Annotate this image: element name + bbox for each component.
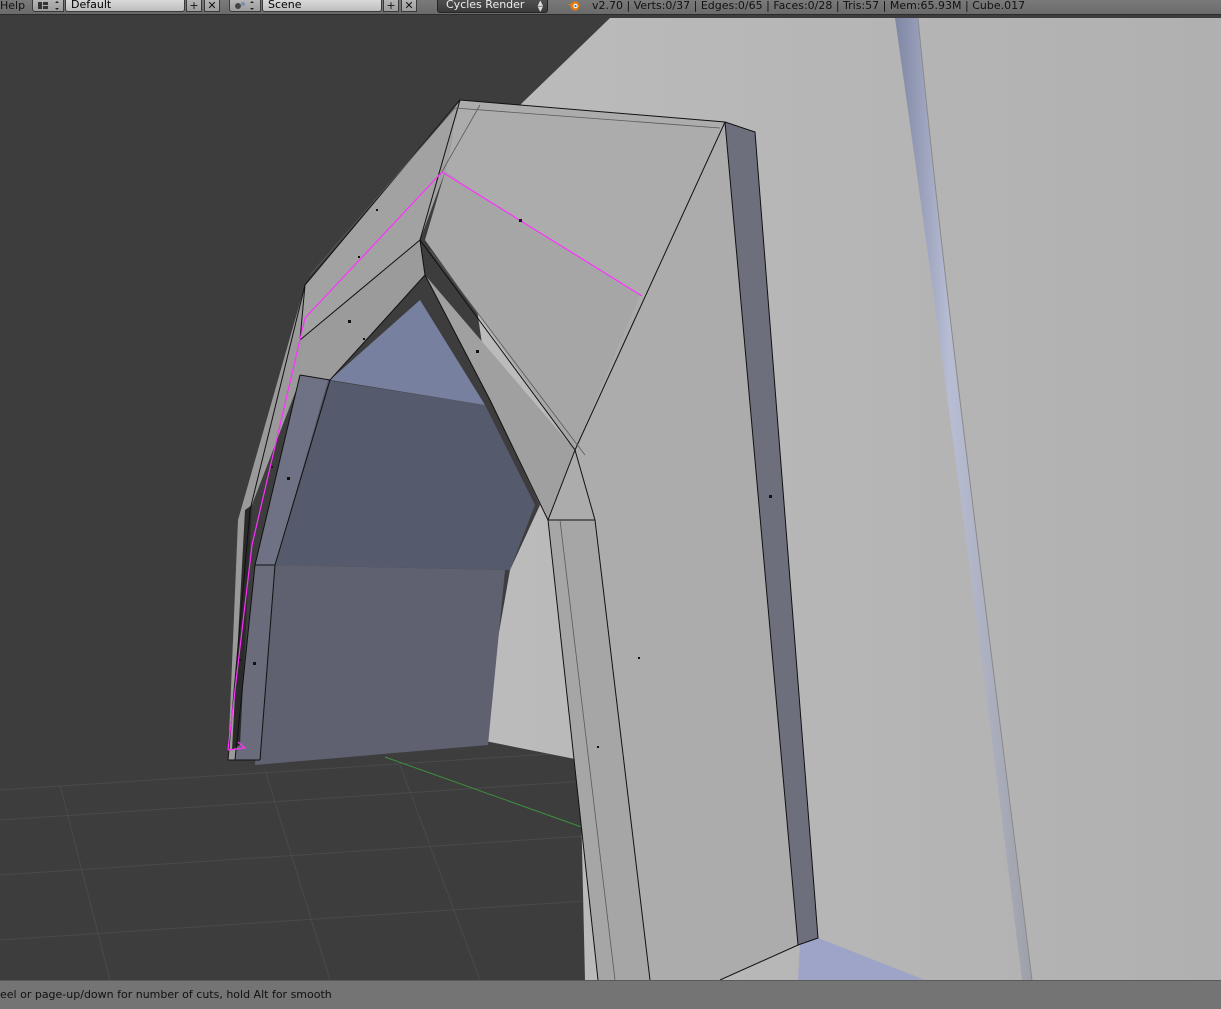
status-bar: eel or page-up/down for number of cuts, … [0,980,1221,1009]
remove-layout-button[interactable]: ✕ [204,0,220,12]
scene-selector[interactable] [229,0,261,12]
chevron-updown-icon: ▲ ▼ [537,0,543,13]
help-menu[interactable]: Help [0,0,25,13]
screen-layout-icon [38,1,59,10]
plus-icon: + [189,0,199,12]
render-engine-label: Cycles Render [446,0,525,11]
remove-scene-button[interactable]: ✕ [401,0,417,12]
scene-name: Scene [268,0,302,11]
screen-layout-selector[interactable] [32,0,64,12]
add-layout-button[interactable]: + [186,0,202,12]
scene-icon [235,1,254,10]
close-icon: ✕ [404,0,414,12]
add-scene-button[interactable]: + [383,0,399,12]
render-engine-dropdown[interactable]: Cycles Render ▲ ▼ [437,0,548,13]
doorway-inner-face-lower [255,565,505,765]
scene-statistics: v2.70 | Verts:0/37 | Edges:0/65 | Faces:… [592,0,1026,12]
info-header: Help Default + ✕ Scene + ✕ Cycles Render… [0,0,1221,15]
plus-icon: + [386,0,396,12]
viewport-canvas[interactable] [0,15,1221,981]
close-icon: ✕ [207,0,217,12]
operator-hint: eel or page-up/down for number of cuts, … [0,988,332,1001]
3d-viewport[interactable] [0,15,1221,981]
scene-name-field[interactable]: Scene [262,0,382,12]
layout-name: Default [71,0,112,11]
layout-name-field[interactable]: Default [65,0,185,12]
blender-logo-icon [567,1,580,11]
